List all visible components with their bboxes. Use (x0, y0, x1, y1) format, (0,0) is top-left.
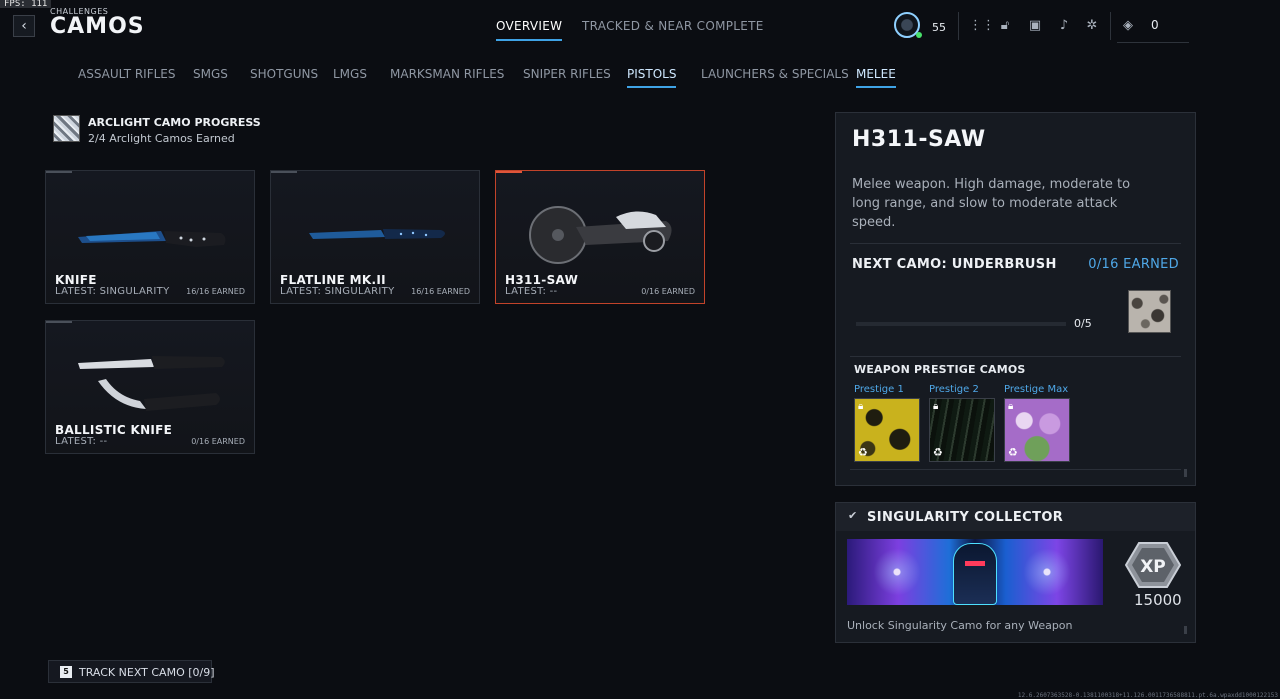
hud-underline (1117, 42, 1189, 43)
grid-icon[interactable]: ⋮⋮ (969, 18, 995, 34)
prestige-camos-heading: WEAPON PRESTIGE CAMOS (854, 363, 1026, 376)
bell-icon[interactable]: ♪ (1056, 18, 1072, 34)
tab-overview[interactable]: OVERVIEW (496, 19, 563, 41)
divider (850, 469, 1181, 470)
prestige-camo-2[interactable]: Prestige 2 🔒︎ ♻ (929, 384, 995, 462)
prestige-cycle-icon: ♻ (1008, 446, 1018, 459)
rank-level: 55 (932, 21, 946, 34)
track-next-camo-button[interactable]: 5 TRACK NEXT CAMO [0/9] (48, 660, 215, 683)
card-corner (496, 171, 522, 173)
prestige-cycle-icon: ♻ (933, 446, 943, 459)
singularity-banner-image (847, 539, 1103, 605)
fps-counter: FPS: 111 (0, 0, 52, 9)
arclight-progress-count: 2/4 Arclight Camos Earned (88, 132, 235, 145)
lightning-effect (1017, 547, 1077, 597)
prestige-label: Prestige 1 (854, 384, 904, 395)
next-camo-progress-count: 0/5 (1074, 317, 1092, 330)
card-corner (46, 171, 72, 173)
divider (850, 356, 1181, 357)
weapon-name: H311-SAW (505, 273, 579, 287)
weapon-earned-count: 0/16 EARNED (191, 437, 245, 446)
reward-header[interactable]: ✔ SINGULARITY COLLECTOR (836, 503, 1195, 531)
weapon-name: FLATLINE MK.II (280, 273, 386, 287)
scroll-indicator[interactable] (1184, 626, 1187, 634)
reward-description: Unlock Singularity Camo for any Weapon (847, 619, 1073, 632)
lock-icon[interactable]: 🔓︎ (997, 18, 1013, 34)
weapon-card-h311-saw[interactable]: H311-SAW LATEST: -- 0/16 EARNED (495, 170, 705, 304)
card-corner (46, 321, 72, 323)
lock-icon: 🔒︎ (933, 401, 939, 412)
arclight-progress-title: ARCLIGHT CAMO PROGRESS (88, 116, 261, 129)
detail-weapon-title: H311-SAW (852, 127, 986, 152)
xp-label: XP (1140, 557, 1166, 577)
tab-tracked-near-complete[interactable]: TRACKED & NEAR COMPLETE (582, 19, 764, 39)
key-hint-5: 5 (60, 666, 72, 678)
weapon-latest-camo: LATEST: -- (55, 436, 108, 447)
checkmark-icon: ✔ (848, 509, 858, 522)
category-shotguns[interactable]: SHOTGUNS (250, 67, 318, 86)
ballistic-knife-image (78, 356, 225, 411)
lock-icon: 🔒︎ (1008, 401, 1014, 412)
gear-icon[interactable]: ✲ (1084, 18, 1100, 34)
operator-visor (965, 561, 985, 566)
prestige-label: Prestige Max (1004, 384, 1069, 395)
currency-amount: 0 (1151, 18, 1159, 32)
camera-icon[interactable]: ▣ (1027, 18, 1043, 34)
next-camo-progress-bar (856, 322, 1066, 326)
category-pistols[interactable]: PISTOLS (627, 67, 677, 88)
page-title: CAMOS (50, 14, 145, 39)
flatline-image (309, 229, 445, 239)
reward-title: SINGULARITY COLLECTOR (867, 510, 1064, 525)
weapon-card-ballistic-knife[interactable]: BALLISTIC KNIFE LATEST: -- 0/16 EARNED (45, 320, 255, 454)
weapon-earned-count: 0/16 EARNED (641, 287, 695, 296)
next-camo-earned: 0/16 EARNED (1088, 257, 1179, 272)
knife-image (78, 231, 226, 247)
underbrush-camo-thumbnail[interactable] (1128, 290, 1171, 333)
reward-panel: ✔ SINGULARITY COLLECTOR XP 15000 Unlock … (835, 502, 1196, 643)
prestige-thumbnail: 🔒︎ ♻ (854, 398, 920, 462)
category-marksman-rifles[interactable]: MARKSMAN RIFLES (390, 67, 504, 86)
category-launchers-specials[interactable]: LAUNCHERS & SPECIALS (701, 67, 849, 86)
weapon-latest-camo: LATEST: SINGULARITY (55, 286, 170, 297)
card-corner (271, 171, 297, 173)
weapon-card-flatline-mk-ii[interactable]: FLATLINE MK.II LATEST: SINGULARITY 16/16… (270, 170, 480, 304)
category-melee[interactable]: MELEE (856, 67, 896, 88)
build-info: 12.6.2607363528-0.1381100318+11.126.0011… (1017, 692, 1278, 699)
weapon-latest-camo: LATEST: SINGULARITY (280, 286, 395, 297)
h311-saw-image (529, 206, 672, 264)
weapon-earned-count: 16/16 EARNED (411, 287, 470, 296)
prestige-thumbnail: 🔒︎ ♻ (929, 398, 995, 462)
prestige-thumbnail: 🔒︎ ♻ (1004, 398, 1070, 462)
arclight-camo-thumbnail (53, 115, 80, 142)
detail-weapon-description: Melee weapon. High damage, moderate to l… (852, 177, 1131, 230)
weapon-earned-count: 16/16 EARNED (186, 287, 245, 296)
currency-icon[interactable]: ◈ (1120, 18, 1136, 34)
online-status-icon (916, 32, 922, 38)
hud-divider (1110, 12, 1111, 40)
weapon-latest-camo: LATEST: -- (505, 286, 558, 297)
next-camo-label: NEXT CAMO: UNDERBRUSH (852, 257, 1057, 272)
scroll-indicator[interactable] (1184, 469, 1187, 477)
category-assault-rifles[interactable]: ASSAULT RIFLES (78, 67, 176, 86)
category-smgs[interactable]: SMGS (193, 67, 228, 86)
weapon-detail-panel: H311-SAW Melee weapon. High damage, mode… (835, 112, 1196, 486)
back-button[interactable]: ‹ (13, 15, 35, 37)
xp-amount: 15000 (1134, 591, 1182, 609)
divider (850, 243, 1181, 244)
lock-icon: 🔒︎ (858, 401, 864, 412)
weapon-card-knife[interactable]: KNIFE LATEST: SINGULARITY 16/16 EARNED (45, 170, 255, 304)
category-sniper-rifles[interactable]: SNIPER RIFLES (523, 67, 611, 86)
operator-figure (953, 543, 997, 605)
weapon-name: KNIFE (55, 273, 97, 287)
prestige-label: Prestige 2 (929, 384, 979, 395)
lightning-effect (867, 547, 927, 597)
weapon-name: BALLISTIC KNIFE (55, 423, 173, 437)
category-lmgs[interactable]: LMGS (333, 67, 367, 86)
xp-badge-icon: XP (1125, 542, 1181, 588)
prestige-camo-1[interactable]: Prestige 1 🔒︎ ♻ (854, 384, 920, 462)
prestige-cycle-icon: ♻ (858, 446, 868, 459)
prestige-camo-max[interactable]: Prestige Max 🔒︎ ♻ (1004, 384, 1070, 462)
track-next-camo-label: TRACK NEXT CAMO [0/9] (79, 666, 215, 679)
hud-divider (958, 12, 959, 40)
